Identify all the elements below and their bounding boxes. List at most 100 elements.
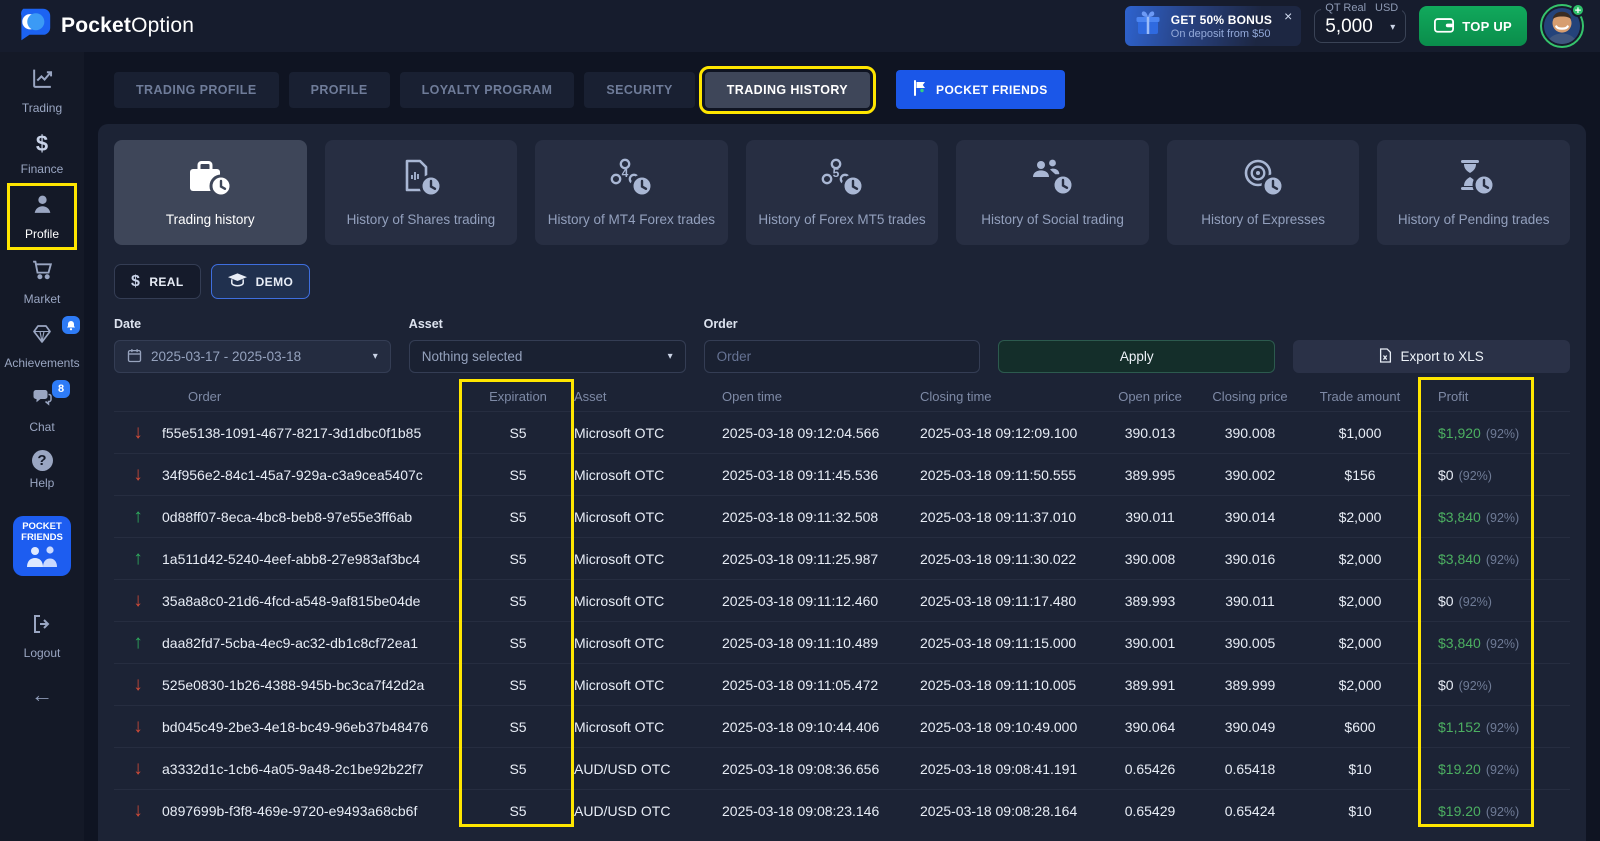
pocket-friends-button[interactable]: POCKET FRIENDS: [896, 70, 1065, 109]
apply-button[interactable]: Apply: [998, 340, 1275, 373]
question-mark-icon: ?: [32, 450, 53, 471]
order-input-wrap: [704, 340, 981, 373]
table-row[interactable]: ↑ 0d88ff07-8eca-4bc8-beb8-97e55e3ff6ab S…: [114, 495, 1570, 537]
tab-trading-history[interactable]: TRADING HISTORY: [705, 72, 870, 108]
trade-amount-value: $2,000: [1300, 677, 1420, 693]
table-row[interactable]: ↓ f55e5138-1091-4677-8217-3d1dbc0f1b85 S…: [114, 411, 1570, 453]
table-row[interactable]: ↓ 35a8a8c0-21d6-4fcd-a548-9af815be04de S…: [114, 579, 1570, 621]
open-price-value: 390.013: [1100, 425, 1200, 441]
logout-button[interactable]: Logout: [10, 606, 74, 666]
tab-security[interactable]: SECURITY: [584, 72, 694, 108]
card-social-trading[interactable]: History of Social trading: [956, 140, 1149, 245]
tab-loyalty-program[interactable]: LOYALTY PROGRAM: [400, 72, 575, 108]
closing-price-value: 390.002: [1200, 467, 1300, 483]
sidebar: Trading $ Finance Profile: [0, 52, 84, 841]
sidebar-item-finance[interactable]: $ Finance: [10, 125, 74, 182]
tab-trading-profile[interactable]: TRADING PROFILE: [114, 72, 279, 108]
real-account-button[interactable]: $ REAL: [114, 264, 201, 299]
closing-price-value: 390.014: [1200, 509, 1300, 525]
asset-value: Microsoft OTC: [574, 509, 704, 525]
open-time-value: 2025-03-18 09:11:05.472: [704, 677, 902, 693]
asset-value: Microsoft OTC: [574, 719, 704, 735]
dollar-icon: $: [131, 273, 140, 291]
table-row[interactable]: ↑ 1a511d42-5240-4eef-abb8-27e983af3bc4 S…: [114, 537, 1570, 579]
demo-account-button[interactable]: DEMO: [211, 264, 311, 299]
sidebar-item-help[interactable]: ? Help: [10, 444, 74, 496]
column-header-open-time[interactable]: Open time: [704, 389, 902, 404]
hourglass-clock-icon: [1446, 156, 1502, 205]
table-row[interactable]: ↓ 525e0830-1b26-4388-945b-bc3ca7f42d2a S…: [114, 663, 1570, 705]
column-header-asset[interactable]: Asset: [574, 389, 704, 404]
column-header-order[interactable]: Order: [162, 389, 462, 404]
card-pending-trades[interactable]: History of Pending trades: [1377, 140, 1570, 245]
svg-text:4: 4: [622, 166, 629, 180]
order-id: 1a511d42-5240-4eef-abb8-27e983af3bc4: [162, 551, 462, 567]
table-row[interactable]: ↓ 0897699b-f3f8-469e-9720-e9493a68cb6f S…: [114, 789, 1570, 831]
order-id: 0897699b-f3f8-469e-9720-e9493a68cb6f: [162, 803, 462, 819]
column-header-trade-amount[interactable]: Trade amount: [1300, 389, 1420, 404]
expiration-value: S5: [462, 551, 574, 567]
sidebar-item-market[interactable]: Market: [10, 251, 74, 312]
profit-percent: (92%): [1486, 511, 1519, 525]
bonus-banner[interactable]: GET 50% BONUS On deposit from $50 ×: [1125, 6, 1301, 46]
card-expresses[interactable]: History of Expresses: [1167, 140, 1360, 245]
expiration-value: S5: [462, 803, 574, 819]
calendar-icon: [127, 348, 142, 366]
order-input[interactable]: [717, 349, 968, 364]
card-mt4-forex[interactable]: 4 History of MT4 Forex trades: [535, 140, 728, 245]
direction-icon: ↓: [114, 674, 162, 696]
profit-value: $19.20: [1438, 803, 1481, 819]
export-to-xls-button[interactable]: Export to XLS: [1293, 340, 1570, 373]
column-header-closing-price[interactable]: Closing price: [1200, 389, 1300, 404]
history-type-cards: Trading history History of Shares tradin…: [114, 140, 1570, 245]
wallet-icon: [1434, 16, 1454, 36]
brand-logo[interactable]: PocketOption: [16, 6, 194, 47]
column-header-expiration[interactable]: Expiration: [462, 389, 574, 404]
profit-value: $0: [1438, 467, 1454, 483]
card-shares-trading[interactable]: History of Shares trading: [325, 140, 518, 245]
closing-price-value: 390.005: [1200, 635, 1300, 651]
card-mt5-forex[interactable]: 5 History of Forex MT5 trades: [746, 140, 939, 245]
profit-percent: (92%): [1486, 553, 1519, 567]
trade-amount-value: $2,000: [1300, 509, 1420, 525]
profit-percent: (92%): [1486, 721, 1519, 735]
date-range-picker[interactable]: 2025-03-17 - 2025-03-18 ▾: [114, 340, 391, 373]
direction-icon: ↓: [114, 590, 162, 612]
table-row[interactable]: ↓ a3332d1c-1cb6-4a05-9a48-2c1be92b22f7 S…: [114, 747, 1570, 789]
sidebar-item-trading[interactable]: Trading: [10, 60, 74, 121]
profit-value: $3,840: [1438, 635, 1481, 651]
trading-chart-icon: [30, 66, 55, 96]
top-bar: PocketOption GET 50% BONUS On deposit fr…: [0, 0, 1600, 52]
order-id: daa82fd7-5cba-4ec9-ac32-db1c8cf72ea1: [162, 635, 462, 651]
sidebar-item-achievements[interactable]: Achievements: [2, 316, 81, 376]
closing-price-value: 390.016: [1200, 551, 1300, 567]
column-header-open-price[interactable]: Open price: [1100, 389, 1200, 404]
balance-label: QT Real USD: [1321, 2, 1402, 14]
sidebar-item-profile[interactable]: Profile: [10, 186, 74, 247]
closing-price-value: 0.65424: [1200, 803, 1300, 819]
collapse-sidebar-arrow[interactable]: ←: [31, 682, 53, 708]
sidebar-pocket-friends-tile[interactable]: POCKET FRIENDS: [13, 516, 71, 576]
asset-select[interactable]: Nothing selected ▾: [409, 340, 686, 373]
mt5-clock-icon: 5: [814, 156, 870, 205]
closing-time-value: 2025-03-18 09:08:41.191: [902, 761, 1100, 777]
table-row[interactable]: ↓ bd045c49-2be3-4e18-bc49-96eb37b48476 S…: [114, 705, 1570, 747]
column-header-closing-time[interactable]: Closing time: [902, 389, 1100, 404]
table-row[interactable]: ↑ daa82fd7-5cba-4ec9-ac32-db1c8cf72ea1 S…: [114, 621, 1570, 663]
gift-icon: [1133, 9, 1163, 44]
top-up-button[interactable]: TOP UP: [1419, 6, 1527, 46]
tab-profile[interactable]: PROFILE: [289, 72, 390, 108]
date-filter: Date 2025-03-17 - 2025-03-18 ▾: [114, 317, 391, 373]
chat-bubbles-icon: [30, 386, 55, 415]
table-row[interactable]: ↓ 34f956e2-84c1-45a7-929a-c3a9cea5407c S…: [114, 453, 1570, 495]
expiration-value: S5: [462, 593, 574, 609]
close-icon[interactable]: ×: [1284, 9, 1292, 23]
closing-time-value: 2025-03-18 09:12:09.100: [902, 425, 1100, 441]
sidebar-item-chat[interactable]: 8 Chat: [10, 380, 74, 440]
order-id: 34f956e2-84c1-45a7-929a-c3a9cea5407c: [162, 467, 462, 483]
card-trading-history[interactable]: Trading history: [114, 140, 307, 245]
closing-time-value: 2025-03-18 09:11:15.000: [902, 635, 1100, 651]
column-header-profit[interactable]: Profit: [1420, 389, 1570, 404]
balance-selector[interactable]: QT Real USD 5,000 ▾: [1314, 9, 1406, 43]
avatar[interactable]: +: [1540, 4, 1584, 48]
